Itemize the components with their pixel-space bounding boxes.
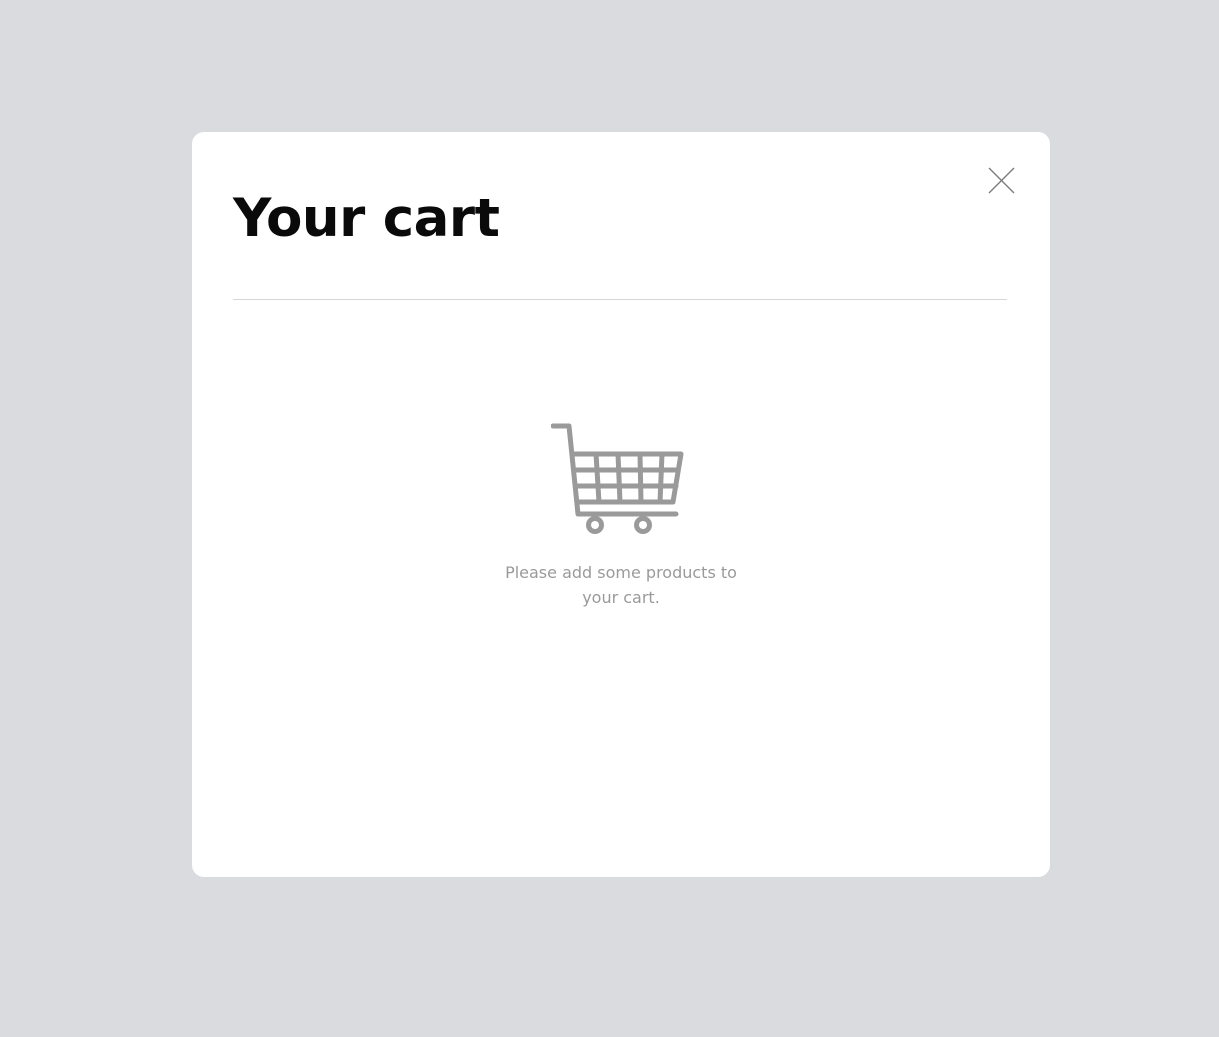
close-button[interactable] <box>982 160 1022 200</box>
close-icon <box>988 167 1015 194</box>
cart-modal: Your cart Please add some products to yo… <box>192 132 1050 877</box>
cart-title: Your cart <box>233 188 500 249</box>
empty-cart-state: Please add some products to your cart. <box>192 422 1050 610</box>
shopping-cart-icon <box>551 423 684 534</box>
modal-backdrop[interactable]: Your cart Please add some products to yo… <box>0 0 1219 1037</box>
empty-cart-message: Please add some products to your cart. <box>505 563 737 607</box>
title-divider <box>233 299 1007 300</box>
